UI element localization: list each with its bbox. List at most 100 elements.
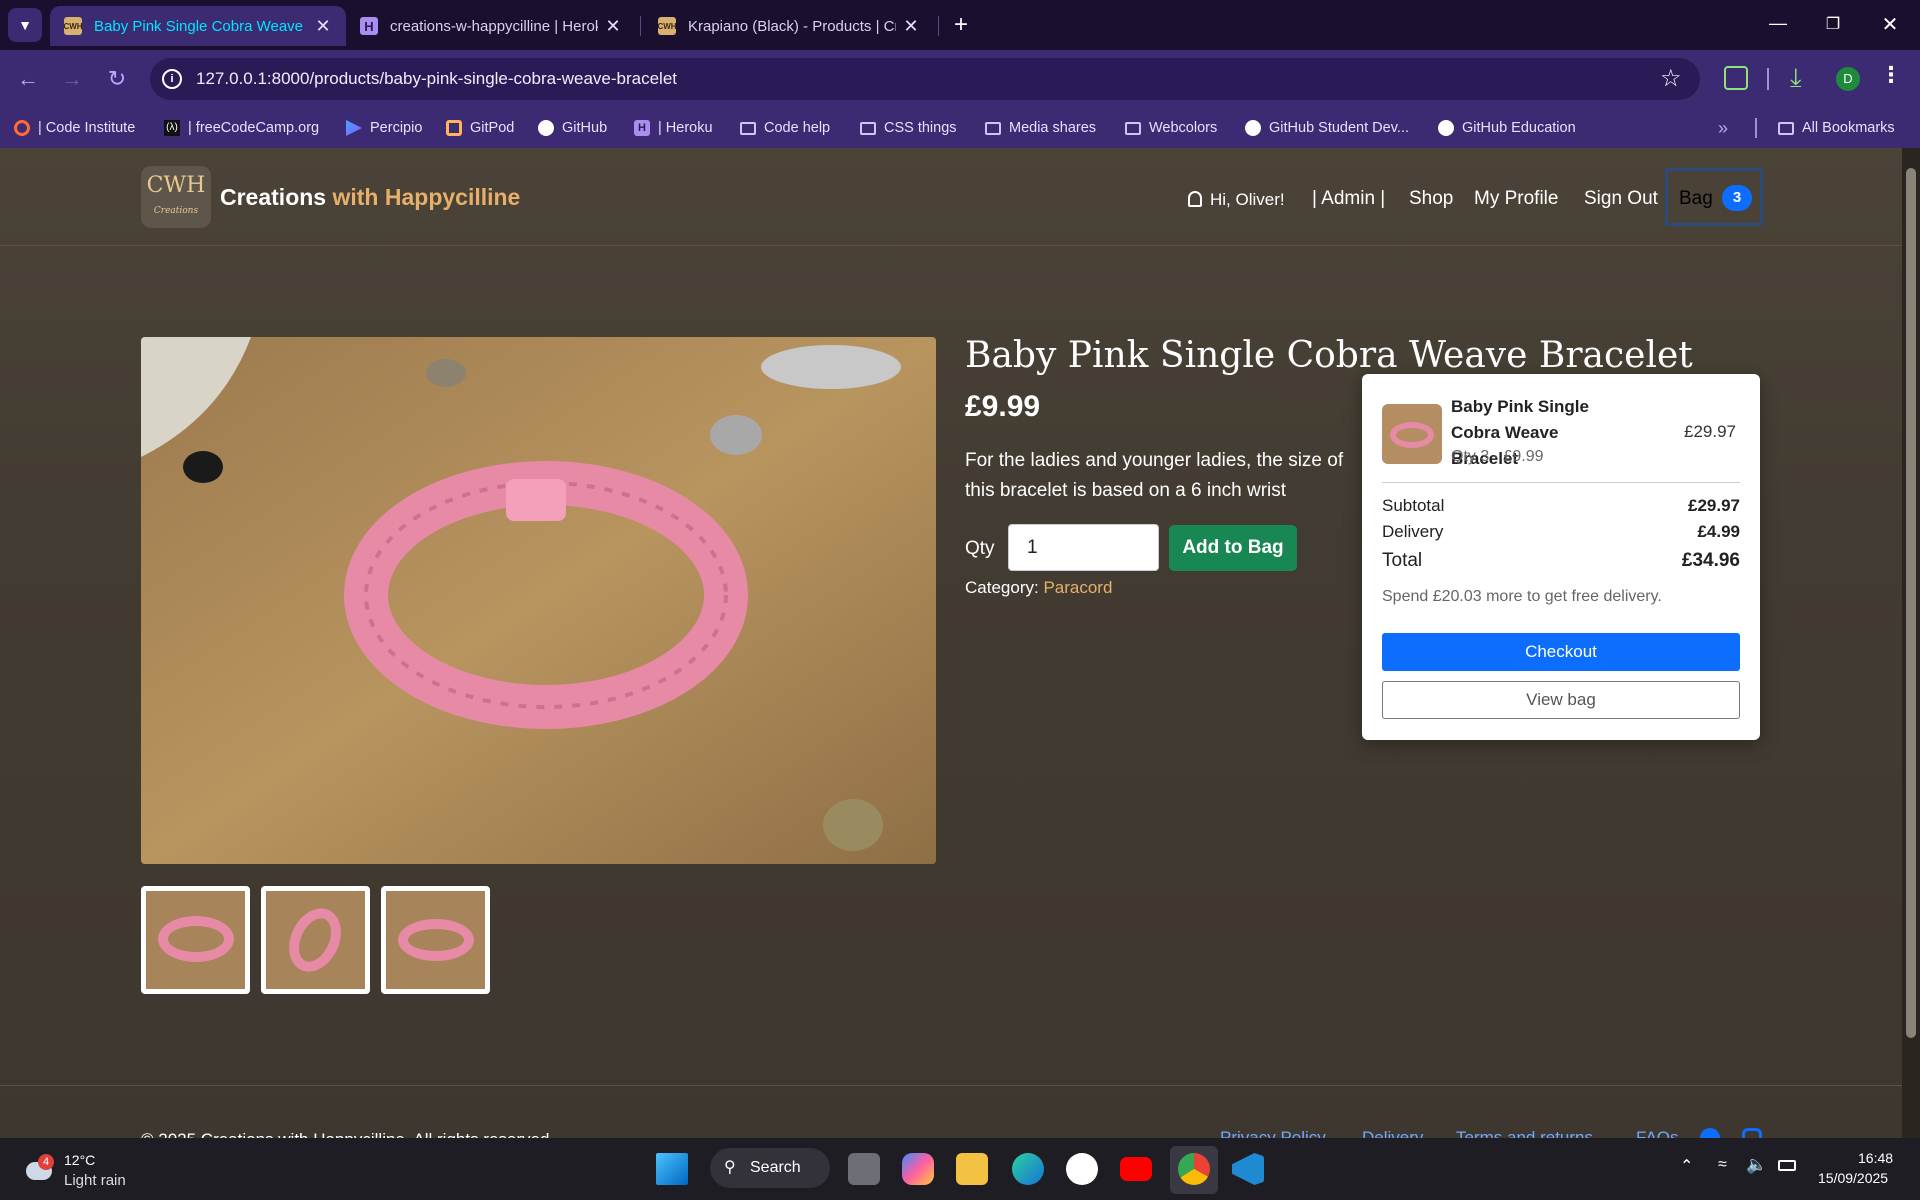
product-main-image[interactable] [141, 337, 936, 864]
tab-krapiano[interactable]: CWH Krapiano (Black) - Products | Creati… [644, 6, 934, 46]
reload-button[interactable]: ↻ [102, 64, 132, 94]
scrollbar-thumb[interactable] [1906, 168, 1916, 1038]
copilot-icon[interactable] [902, 1153, 934, 1185]
bag-count-badge: 3 [1722, 185, 1752, 211]
edge-icon[interactable] [1012, 1153, 1044, 1185]
instagram-icon[interactable] [1742, 1128, 1762, 1138]
url-text: 127.0.0.1:8000/products/baby-pink-single… [196, 69, 678, 88]
minimize-button[interactable]: — [1760, 10, 1796, 40]
footer-divider [0, 1085, 1902, 1086]
product-thumbnail-3[interactable] [381, 886, 490, 994]
folder-icon [860, 121, 876, 135]
chrome-icon[interactable] [1178, 1153, 1210, 1185]
extensions-icon[interactable] [1724, 66, 1748, 90]
folder-icon [985, 121, 1001, 135]
github-icon [1438, 120, 1454, 136]
add-to-bag-button[interactable]: Add to Bag [1169, 525, 1297, 571]
bookmark-github[interactable]: GitHub [538, 116, 607, 140]
qty-label: Qty [965, 538, 995, 559]
browser-tab-bar: ▼ CWH Baby Pink Single Cobra Weave B ✕ H… [0, 0, 1920, 50]
tray-chevron-icon[interactable]: ⌃ [1680, 1156, 1693, 1176]
clock-date[interactable]: 15/09/2025 [1818, 1170, 1888, 1186]
quantity-input[interactable] [1008, 524, 1159, 571]
forward-button[interactable]: → [57, 64, 87, 94]
nav-sign-out[interactable]: Sign Out [1584, 188, 1658, 210]
github-desktop-icon[interactable] [1066, 1153, 1098, 1185]
restore-button[interactable]: ❐ [1815, 10, 1851, 40]
windows-start-icon[interactable] [656, 1153, 688, 1185]
gitpod-icon [446, 120, 462, 136]
view-bag-button[interactable]: View bag [1382, 681, 1740, 719]
all-bookmarks-button[interactable]: All Bookmarks [1778, 116, 1895, 140]
nav-my-profile[interactable]: My Profile [1474, 188, 1558, 210]
bag-item-total: £29.97 [1684, 422, 1736, 441]
category-link[interactable]: Paracord [1043, 578, 1112, 597]
product-title: Baby Pink Single Cobra Weave Bracelet [965, 335, 1693, 376]
nav-bag-button[interactable]: Bag 3 [1665, 168, 1763, 226]
close-window-button[interactable]: ✕ [1872, 10, 1908, 40]
bookmark-webcolors[interactable]: Webcolors [1125, 116, 1217, 140]
bookmark-github-education[interactable]: GitHub Education [1438, 116, 1576, 140]
close-tab-icon[interactable]: ✕ [314, 16, 332, 37]
clock-time[interactable]: 16:48 [1858, 1150, 1893, 1166]
youtube-icon[interactable] [1120, 1157, 1152, 1181]
tab-search-button[interactable]: ▼ [8, 8, 42, 42]
bag-item-image [1382, 404, 1442, 464]
new-tab-button[interactable]: + [946, 10, 976, 40]
github-icon [1245, 120, 1261, 136]
freecodecamp-icon: (λ) [164, 120, 180, 136]
bookmark-freecodecamp[interactable]: (λ) | freeCodeCamp.org [164, 116, 319, 140]
bookmark-star-icon[interactable]: ☆ [1660, 64, 1682, 93]
tab-heroku[interactable]: H creations-w-happycilline | Heroku ✕ [346, 6, 636, 46]
footer-link-privacy[interactable]: Privacy Policy [1220, 1128, 1326, 1138]
tab-title: creations-w-happycilline | Heroku [390, 17, 598, 35]
cwh-favicon-icon: CWH [657, 17, 677, 35]
product-thumbnail-1[interactable] [141, 886, 250, 994]
bookmark-github-student[interactable]: GitHub Student Dev... [1245, 116, 1409, 140]
product-thumbnail-2[interactable] [261, 886, 370, 994]
weather-widget[interactable]: 4 12°C Light rain [22, 1146, 142, 1192]
bookmark-gitpod[interactable]: GitPod [446, 116, 514, 140]
close-tab-icon[interactable]: ✕ [604, 16, 622, 37]
bag-item-qty-price: Qty 3 · £9.99 [1451, 448, 1544, 465]
bookmark-code-institute[interactable]: | Code Institute [14, 116, 135, 140]
footer-link-terms[interactable]: Terms and returns [1456, 1128, 1593, 1138]
browser-toolbar: ← → ↻ i ☆ 127.0.0.1:8000/products/baby-p… [0, 50, 1920, 108]
bookmark-percipio[interactable]: Percipio [346, 116, 422, 140]
bookmark-media-shares[interactable]: Media shares [985, 116, 1096, 140]
wifi-icon[interactable]: ≈ [1718, 1156, 1727, 1174]
profile-avatar[interactable]: D [1836, 67, 1860, 91]
site-info-icon[interactable]: i [162, 69, 182, 89]
tab-baby-pink-bracelet[interactable]: CWH Baby Pink Single Cobra Weave B ✕ [50, 6, 346, 46]
site-logo[interactable]: CWH Creations [141, 166, 211, 228]
bookmark-css-things[interactable]: CSS things [860, 116, 957, 140]
product-category: Category: Paracord [965, 578, 1113, 597]
back-button[interactable]: ← [13, 64, 43, 94]
more-bookmarks-chevron-icon[interactable]: » [1718, 116, 1728, 140]
vscode-icon[interactable] [1232, 1153, 1264, 1185]
page-scrollbar[interactable] [1902, 148, 1920, 1138]
footer-link-delivery[interactable]: Delivery [1362, 1128, 1423, 1138]
heroku-favicon-icon: H [360, 17, 378, 35]
taskbar-search[interactable]: ⚲ Search [710, 1148, 830, 1188]
task-view-icon[interactable] [848, 1153, 880, 1185]
percipio-icon [346, 120, 362, 136]
file-explorer-icon[interactable] [956, 1153, 988, 1185]
footer-link-faqs[interactable]: FAQs [1636, 1128, 1679, 1138]
bracelet-photo [141, 337, 936, 864]
volume-icon[interactable]: 🔈 [1746, 1155, 1767, 1175]
nav-shop[interactable]: Shop [1409, 188, 1453, 210]
nav-admin[interactable]: | Admin | [1312, 188, 1385, 210]
close-tab-icon[interactable]: ✕ [902, 16, 920, 37]
battery-icon[interactable] [1778, 1160, 1796, 1171]
menu-icon[interactable]: ⋮ [1880, 62, 1902, 88]
downloads-icon[interactable]: ⤓ [1790, 62, 1802, 94]
product-description: For the ladies and younger ladies, the s… [965, 450, 1344, 501]
site-brand[interactable]: Creations with Happycilline [220, 184, 520, 211]
bookmark-code-help[interactable]: Code help [740, 116, 830, 140]
checkout-button[interactable]: Checkout [1382, 633, 1740, 671]
facebook-icon[interactable] [1700, 1128, 1720, 1138]
nav-greeting[interactable]: Hi, Oliver! [1188, 190, 1285, 210]
bookmark-heroku[interactable]: H | Heroku [634, 116, 713, 140]
weather-badge: 4 [38, 1154, 54, 1170]
